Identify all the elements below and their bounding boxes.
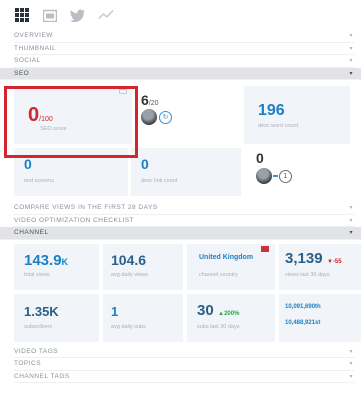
section-label: VIDEO OPTIMIZATION CHECKLIST — [14, 216, 135, 224]
total-views-unit: K — [61, 256, 69, 267]
avatar — [256, 168, 272, 184]
tags-value: 6 — [141, 92, 149, 108]
desc-link-count-label: desc link count — [141, 178, 178, 184]
subscribers-label: subscribers — [24, 323, 53, 330]
twitter-icon[interactable] — [70, 8, 86, 22]
toolbar — [0, 0, 361, 30]
chevron-down-icon: ▾ — [349, 361, 353, 368]
section-seo[interactable]: SEO ▾ — [0, 67, 361, 80]
tags-card[interactable]: 6/20 ↻ — [137, 86, 239, 144]
chevron-down-icon: ▾ — [349, 205, 353, 212]
rank-a-value: 10,091,690th — [285, 303, 321, 310]
section-thumbnail[interactable]: THUMBNAIL ▾ — [14, 43, 355, 55]
channel-country-card[interactable]: United Kingdom channel country — [187, 243, 275, 290]
chevron-down-icon: ▾ — [349, 70, 353, 77]
trend-line-icon[interactable] — [98, 8, 114, 22]
section-label: CHANNEL TAGS — [14, 372, 70, 380]
section-video-tags[interactable]: VIDEO TAGS ▾ — [14, 346, 355, 358]
views-last-30-label: views last 30 days — [285, 271, 330, 278]
views-last-30-value: 3,139 — [285, 249, 323, 267]
subs-last-30-label: subs last 30 days — [197, 323, 240, 330]
section-label: OVERVIEW — [14, 32, 53, 40]
section-channel[interactable]: CHANNEL ▾ — [0, 227, 361, 240]
avatar — [141, 109, 157, 125]
desc-word-count-value: 196 — [258, 102, 285, 119]
desc-link-count-card[interactable]: 0 desc link count — [131, 148, 241, 196]
chevron-down-icon: ▾ — [349, 230, 353, 237]
desc-word-count-label: desc word count — [258, 123, 299, 129]
views-last-30-card[interactable]: 3,139 ▼-55 views last 30 days — [279, 243, 361, 290]
end-screens-label: end screens — [24, 178, 54, 184]
cards-value: 0 — [256, 150, 264, 166]
sections-top: OVERVIEW ▾ THUMBNAIL ▾ SOCIAL ▾ SEO ▾ — [0, 30, 361, 80]
chevron-down-icon: ▾ — [349, 373, 353, 380]
section-compare-views[interactable]: COMPARE VIEWS IN THE FIRST 28 DAYS ▾ — [14, 202, 355, 215]
channel-country-label: channel country — [199, 271, 238, 278]
flag-icon — [261, 245, 269, 252]
section-social[interactable]: SOCIAL ▾ — [14, 55, 355, 68]
subscribers-card[interactable]: 1.35K subscribers — [14, 293, 99, 342]
channel-country-value: United Kingdom — [199, 253, 254, 261]
avg-daily-subs-value: 1 — [111, 303, 119, 319]
section-channel-tags[interactable]: CHANNEL TAGS ▾ — [14, 371, 355, 383]
calendar-icon[interactable] — [42, 8, 58, 22]
desc-link-count-value: 0 — [141, 156, 149, 172]
section-label: VIDEO TAGS — [14, 347, 59, 355]
desc-word-count-card[interactable]: 196 desc word count — [244, 86, 350, 144]
section-label: THUMBNAIL — [14, 44, 57, 52]
rank-card[interactable]: 10,091,690th 10,488,921st — [279, 293, 361, 342]
section-overview[interactable]: OVERVIEW ▾ — [14, 30, 355, 43]
total-views-card[interactable]: 143.9K total views — [14, 243, 99, 290]
chevron-down-icon: ▾ — [349, 217, 353, 224]
cards-count-badge: 1 — [279, 169, 292, 183]
avg-daily-views-label: avg daily views — [111, 271, 148, 278]
section-label: TOPICS — [14, 360, 42, 368]
avg-daily-subs-label: avg daily subs — [111, 323, 146, 330]
avg-daily-subs-card[interactable]: 1 avg daily subs — [103, 293, 183, 342]
channel-panel: 143.9K total views 104.6 avg daily views… — [0, 240, 361, 346]
chevron-down-icon: ▾ — [349, 348, 353, 355]
chevron-down-icon: ▾ — [349, 45, 353, 52]
avg-daily-views-card[interactable]: 104.6 avg daily views — [103, 243, 183, 290]
cards-card[interactable]: 0 1 — [244, 148, 350, 196]
chevron-down-icon: ▾ — [349, 58, 353, 65]
subs-last-30-card[interactable]: 30 ▲200% subs last 30 days — [187, 293, 275, 342]
seo-score-highlight — [4, 86, 138, 158]
section-label: CHANNEL — [14, 229, 49, 237]
section-optimization-checklist[interactable]: VIDEO OPTIMIZATION CHECKLIST ▾ — [14, 215, 355, 227]
refresh-icon[interactable]: ↻ — [159, 110, 172, 124]
grid-icon[interactable] — [14, 8, 30, 22]
end-screens-value: 0 — [24, 156, 32, 172]
subscribers-value: 1.35K — [24, 303, 59, 319]
total-views-value: 143.9 — [24, 251, 62, 269]
chevron-down-icon: ▾ — [349, 33, 353, 40]
sections-bottom: VIDEO TAGS ▾ TOPICS ▾ CHANNEL TAGS ▾ — [0, 346, 361, 383]
section-topics[interactable]: TOPICS ▾ — [14, 358, 355, 371]
rank-b-value: 10,488,921st — [285, 319, 321, 326]
section-label: SEO — [14, 69, 30, 77]
total-views-label: total views — [24, 271, 50, 278]
subs-last-30-change: ▲200% — [218, 310, 240, 317]
views-last-30-change: ▼-55 — [327, 258, 342, 265]
subs-last-30-value: 30 — [197, 301, 214, 319]
sections-mid: COMPARE VIEWS IN THE FIRST 28 DAYS ▾ VIDE… — [0, 202, 361, 240]
avg-daily-views-value: 104.6 — [111, 251, 147, 268]
section-label: COMPARE VIEWS IN THE FIRST 28 DAYS — [14, 204, 158, 212]
tags-max: /20 — [148, 100, 159, 107]
section-label: SOCIAL — [14, 57, 41, 65]
